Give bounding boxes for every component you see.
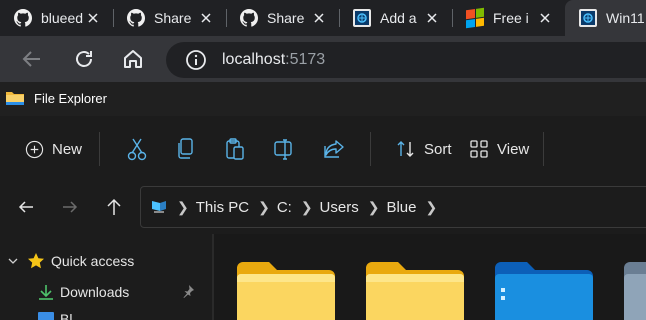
navigation-pane [0, 234, 212, 320]
share-icon[interactable] [322, 137, 346, 161]
chevron-right-icon: ❯ [258, 198, 270, 215]
nav-item-partial[interactable]: Bl [37, 311, 72, 320]
browser-tab[interactable]: Share [113, 0, 226, 36]
app-icon [353, 9, 371, 27]
forward-arrow-icon[interactable] [61, 198, 79, 216]
home-icon[interactable] [121, 47, 145, 71]
breadcrumb-item[interactable]: Blue [386, 199, 416, 216]
breadcrumb-item[interactable]: This PC [196, 199, 249, 216]
view-grid-icon [470, 140, 488, 158]
new-button[interactable]: New [25, 137, 82, 161]
site-info-icon[interactable] [185, 49, 207, 71]
folder-icon [6, 92, 24, 105]
back-arrow-icon[interactable] [20, 47, 44, 71]
rename-icon[interactable] [273, 137, 295, 161]
close-icon[interactable] [198, 10, 214, 26]
nav-item-downloads[interactable]: Downloads [37, 283, 197, 301]
nav-item-label: Bl [60, 311, 73, 320]
github-icon [240, 9, 258, 27]
desktop-folder-icon[interactable] [495, 262, 593, 320]
browser-tab-strip: blueed Share Share Add a Free i Win11 [0, 0, 646, 36]
back-arrow-icon[interactable] [17, 198, 35, 216]
breadcrumb-item[interactable]: Users [320, 199, 359, 216]
close-icon[interactable] [311, 10, 327, 26]
tab-title: Win11 [606, 10, 645, 26]
new-label: New [52, 140, 83, 158]
copy-icon[interactable] [175, 137, 195, 161]
divider [543, 132, 544, 166]
up-arrow-icon[interactable] [105, 197, 123, 217]
plus-circle-icon [25, 140, 44, 158]
view-button[interactable]: View [469, 137, 529, 161]
folder-icon[interactable] [237, 262, 335, 320]
paste-icon[interactable] [225, 137, 245, 161]
browser-tab[interactable]: Free i [452, 0, 565, 36]
browser-tab[interactable]: Share [226, 0, 339, 36]
explorer-title: File Explorer [34, 91, 107, 106]
reload-icon[interactable] [72, 47, 96, 71]
this-pc-icon [152, 201, 166, 213]
chevron-right-icon: ❯ [177, 198, 189, 215]
folder-icon[interactable] [366, 262, 464, 320]
screen: blueed Share Share Add a Free i Win11 lo… [0, 0, 646, 320]
desktop-icon [38, 312, 54, 320]
browser-tab[interactable]: Add a [339, 0, 452, 36]
app-icon [579, 9, 597, 27]
browser-tab[interactable]: blueed [0, 0, 113, 36]
breadcrumb: ❯ This PC ❯ C: ❯ Users ❯ Blue ❯ [150, 196, 444, 218]
sort-icon [397, 141, 414, 157]
url-host: localhost [222, 51, 286, 68]
view-label: View [497, 140, 530, 158]
close-icon[interactable] [85, 10, 101, 26]
chevron-down-icon[interactable] [8, 256, 18, 266]
url-port: :5173 [285, 51, 326, 68]
windows-logo-icon [466, 7, 484, 29]
nav-item-label: Quick access [51, 253, 135, 269]
chevron-right-icon: ❯ [300, 198, 313, 215]
breadcrumb-item[interactable]: C: [277, 199, 292, 216]
sort-label: Sort [424, 140, 452, 158]
download-icon [39, 285, 53, 300]
github-icon [127, 9, 145, 27]
url-text[interactable]: localhost:5173 [222, 49, 325, 71]
chevron-right-icon: ❯ [367, 198, 380, 215]
star-icon [28, 253, 44, 269]
github-icon [14, 9, 32, 27]
folder-icon[interactable] [624, 262, 646, 320]
divider [370, 132, 371, 166]
browser-tab-active[interactable]: Win11 [565, 0, 646, 36]
sort-button[interactable]: Sort [396, 137, 452, 161]
pin-icon[interactable] [181, 284, 195, 298]
divider [99, 132, 100, 166]
close-icon[interactable] [424, 10, 440, 26]
nav-item-label: Downloads [60, 284, 130, 300]
chevron-right-icon[interactable]: ❯ [425, 199, 437, 216]
nav-item-quick-access[interactable]: Quick access [8, 252, 134, 270]
cut-icon[interactable] [127, 137, 147, 161]
close-icon[interactable] [537, 10, 553, 26]
